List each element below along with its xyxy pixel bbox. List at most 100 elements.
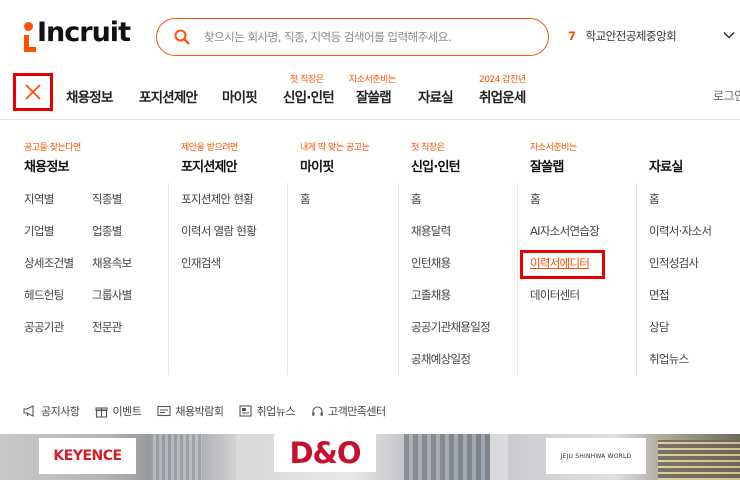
nav-item-jobs[interactable]: 채용정보 (66, 86, 113, 106)
column-divider (517, 183, 518, 375)
logo-text: Incruit (37, 17, 131, 48)
menu-column-resources: 자료실 홈 이력서·자소서 인적성검사 면접 상담 취업뉴스 (649, 121, 739, 377)
building-image (658, 440, 740, 480)
column-subtitle: 공고들 찾는다면 (24, 143, 81, 153)
nav-item-newcomer-intern[interactable]: 신입·인턴 (283, 86, 335, 106)
main-nav: 채용정보 포지션제안 마이핏 첫 직장은 신입·인턴 자소서준비는 잘쓸랩 자료… (0, 72, 740, 120)
company-banner[interactable]: D&O (254, 434, 490, 480)
trending-keyword-text: 학교안전공제중앙회 (585, 29, 677, 43)
utility-link-event[interactable]: 이벤트 (95, 403, 142, 419)
menu-link-interview[interactable]: 면접 (649, 287, 669, 303)
utility-link-support[interactable]: 고객만족센터 (311, 403, 386, 419)
nav-item-writing-lab[interactable]: 잘쓸랩 (356, 86, 392, 106)
close-icon (25, 84, 41, 100)
logo-mark-icon (24, 18, 36, 52)
menu-link-region[interactable]: 지역별 (24, 191, 54, 207)
menu-link-industry[interactable]: 업종별 (92, 223, 122, 239)
company-banner[interactable]: KEYENCE (0, 434, 236, 480)
company-banner[interactable]: JEJU SHINHWA WORLD (508, 434, 740, 480)
menu-column-writing-lab: 자소서준비는 잘쓸랩 홈 AI자소서연습장 이력서에디터 데이터센터 (530, 121, 636, 377)
menu-link-company[interactable]: 기업별 (24, 223, 54, 239)
megaphone-icon (23, 405, 34, 417)
menu-link-resume-cover[interactable]: 이력서·자소서 (649, 223, 712, 239)
menu-link-expected-schedule[interactable]: 공채예상일정 (411, 351, 471, 367)
column-divider (287, 183, 288, 375)
column-divider (636, 183, 637, 375)
nav-item-myfit[interactable]: 마이핏 (222, 86, 258, 106)
utility-link-label: 이벤트 (112, 405, 142, 418)
column-subtitle: 내게 딱 맞는 공고는 (300, 143, 370, 153)
menu-link-detail-filter[interactable]: 상세조건별 (24, 255, 74, 271)
menu-column-newcomer: 첫 직장은 신입·인턴 홈 채용달력 인턴채용 고졸채용 공공기관채용일정 공채… (411, 121, 517, 377)
nav-item-fortune[interactable]: 취업운세 (479, 86, 526, 106)
company-logo: D&O (274, 434, 376, 472)
column-title[interactable]: 잘쓸랩 (530, 156, 564, 175)
building-image (404, 434, 490, 480)
column-title[interactable]: 마이핏 (300, 156, 334, 175)
gift-icon (95, 406, 109, 418)
utility-link-notice[interactable]: 공지사항 (23, 403, 80, 419)
close-menu-button[interactable] (13, 73, 53, 111)
trending-keyword[interactable]: 7 학교안전공제중앙회 (568, 28, 677, 44)
utility-link-label: 채용박람회 (175, 405, 224, 418)
nav-badge-fortune: 2024 갑진년 (479, 75, 526, 85)
column-subtitle: 제안을 받으려면 (181, 143, 238, 153)
menu-link-offer-status[interactable]: 포지션제안 현황 (181, 191, 254, 207)
mega-menu: 공고들 찾는다면 채용정보 지역별 직종별 기업별 업종별 상세조건별 채용속보… (0, 121, 740, 434)
nav-badge-writing-lab: 자소서준비는 (349, 75, 396, 85)
headset-icon (312, 405, 323, 416)
search-icon[interactable] (174, 29, 190, 45)
menu-link-newcomer-home[interactable]: 홈 (411, 191, 422, 207)
column-subtitle: 자소서준비는 (530, 143, 577, 153)
company-banner-strip: KEYENCE D&O JEJU SHINHWA WORLD (0, 434, 740, 480)
menu-link-public[interactable]: 공공기관 (24, 319, 64, 335)
menu-link-aptitude[interactable]: 인적성검사 (649, 255, 699, 271)
utility-link-job-fair[interactable]: 채용박람회 (157, 403, 224, 419)
column-title[interactable]: 자료실 (649, 156, 683, 175)
menu-link-data-center[interactable]: 데이터센터 (530, 287, 580, 303)
menu-link-group[interactable]: 그룹사별 (92, 287, 132, 303)
menu-link-job-type[interactable]: 직종별 (92, 191, 122, 207)
incruit-logo[interactable]: Incruit (24, 17, 131, 52)
chevron-down-icon[interactable] (722, 28, 736, 42)
company-logo-text: JEJU SHINHWA WORLD (560, 452, 632, 460)
menu-link-resources-home[interactable]: 홈 (649, 191, 660, 207)
menu-link-breaking[interactable]: 채용속보 (92, 255, 132, 271)
menu-link-headhunting[interactable]: 헤드헌팅 (24, 287, 64, 303)
menu-column-myfit: 내게 딱 맞는 공고는 마이핏 홈 (300, 121, 398, 377)
menu-link-talent-search[interactable]: 인재검색 (181, 255, 221, 271)
search-bar[interactable] (156, 18, 549, 56)
utility-link-news[interactable]: 취업뉴스 (239, 403, 295, 419)
menu-column-position-offer: 제안을 받으려면 포지션제안 포지션제안 현황 이력서 열람 현황 인재검색 (181, 121, 286, 377)
menu-link-counseling[interactable]: 상담 (649, 319, 669, 335)
menu-link-writing-home[interactable]: 홈 (530, 191, 541, 207)
menu-link-resume-views[interactable]: 이력서 열람 현황 (181, 223, 257, 239)
company-logo: KEYENCE (39, 438, 136, 474)
login-link[interactable]: 로그인 (713, 87, 740, 104)
column-divider (168, 183, 169, 375)
column-title[interactable]: 신입·인턴 (411, 156, 461, 175)
menu-link-public-schedule[interactable]: 공공기관채용일정 (411, 319, 491, 335)
menu-link-ai-practice[interactable]: AI자소서연습장 (530, 223, 600, 239)
utility-link-label: 취업뉴스 (256, 405, 295, 418)
menu-link-job-news[interactable]: 취업뉴스 (649, 351, 689, 367)
menu-link-myfit-home[interactable]: 홈 (300, 191, 311, 207)
nav-item-resources[interactable]: 자료실 (418, 86, 454, 106)
menu-link-specialty[interactable]: 전문관 (92, 319, 122, 335)
highlight-box (520, 250, 605, 279)
nav-badge-newcomer: 첫 직장은 (290, 75, 324, 85)
fair-icon (157, 405, 171, 417)
nav-item-position-offer[interactable]: 포지션제안 (139, 86, 198, 106)
column-title[interactable]: 채용정보 (24, 156, 69, 175)
column-title[interactable]: 포지션제안 (181, 156, 238, 175)
column-divider (398, 183, 399, 375)
company-logo-text: D&O (289, 436, 361, 470)
utility-link-label: 고객만족센터 (327, 405, 386, 418)
menu-link-highschool[interactable]: 고졸채용 (411, 287, 451, 303)
menu-link-intern[interactable]: 인턴채용 (411, 255, 451, 271)
utility-links: 공지사항 이벤트 채용박람회 취업뉴스 고객만족센터 (23, 403, 402, 419)
menu-column-jobs: 공고들 찾는다면 채용정보 지역별 직종별 기업별 업종별 상세조건별 채용속보… (24, 121, 168, 377)
company-logo: JEJU SHINHWA WORLD (546, 438, 646, 474)
menu-link-calendar[interactable]: 채용달력 (411, 223, 451, 239)
search-input[interactable] (204, 30, 534, 44)
